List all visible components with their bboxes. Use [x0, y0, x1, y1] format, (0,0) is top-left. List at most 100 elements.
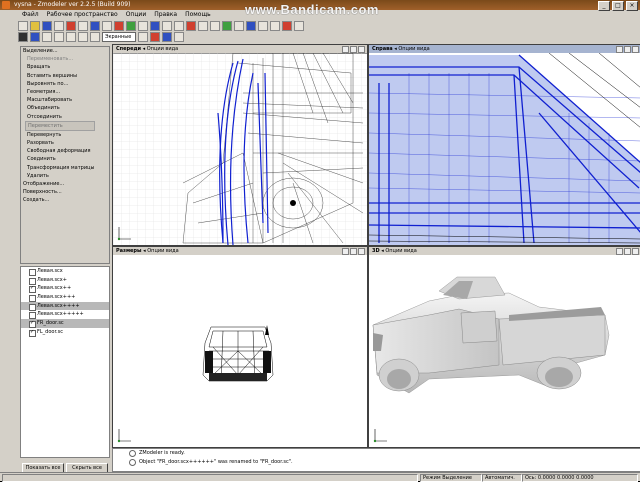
- viewport-right-title: Справа: [372, 46, 393, 52]
- vp-maximize-icon[interactable]: [350, 46, 357, 53]
- command-item[interactable]: Переместить: [25, 120, 95, 131]
- vp-maximize-icon[interactable]: [624, 46, 631, 53]
- status-auto[interactable]: Автоматич.: [482, 474, 522, 482]
- deselect-icon[interactable]: [150, 31, 160, 42]
- command-item[interactable]: Вращать: [21, 63, 109, 71]
- y-axis-icon[interactable]: [162, 31, 172, 42]
- vp-maximize-icon[interactable]: [350, 248, 357, 255]
- viewport-right-options-label: Опции вида: [398, 46, 430, 52]
- object-list-item[interactable]: Левая.scx+: [21, 276, 109, 285]
- object-mode-icon[interactable]: [66, 31, 76, 42]
- face-mode-icon[interactable]: [54, 31, 64, 42]
- delete-icon[interactable]: [66, 20, 76, 31]
- command-item[interactable]: Выделение...: [21, 47, 109, 55]
- vp-zoom-icon[interactable]: [616, 46, 623, 53]
- command-item[interactable]: Поверхность...: [21, 188, 109, 196]
- new-file-icon[interactable]: [18, 20, 28, 31]
- front-wireframe: [113, 53, 367, 245]
- grid-icon[interactable]: [138, 20, 148, 31]
- layout-icon[interactable]: [258, 20, 268, 31]
- vp-zoom-icon[interactable]: [342, 248, 349, 255]
- menu-workspace[interactable]: Рабочее пространство: [47, 10, 118, 19]
- viewport-top-options[interactable]: ◂ Опции вида: [143, 248, 179, 254]
- vp-close-icon[interactable]: [358, 248, 365, 255]
- command-item[interactable]: Вставить вершины: [21, 72, 109, 80]
- object-list-item[interactable]: FL_door.sc: [21, 328, 109, 337]
- menu-file[interactable]: Файл: [22, 10, 39, 19]
- object-list-item[interactable]: FR_door.sc: [21, 319, 109, 329]
- command-item[interactable]: Перевернуть: [21, 131, 109, 139]
- viewport-3d-options[interactable]: ◂ Опции вида: [381, 248, 417, 254]
- vp-maximize-icon[interactable]: [624, 248, 631, 255]
- command-item[interactable]: Трансформация матрицы: [21, 164, 109, 172]
- x-axis-icon[interactable]: [138, 31, 148, 42]
- wire-icon[interactable]: [162, 20, 172, 31]
- settings-icon[interactable]: [294, 20, 304, 31]
- redo-icon[interactable]: [102, 20, 112, 31]
- copy-icon[interactable]: [78, 20, 88, 31]
- edge-mode-icon[interactable]: [78, 31, 88, 42]
- command-item[interactable]: Создать...: [21, 196, 109, 204]
- viewport-3d[interactable]: 3D ◂ Опции вида: [368, 246, 640, 448]
- vp-zoom-icon[interactable]: [616, 248, 623, 255]
- viewport-right-options[interactable]: ◂ Опции вида: [394, 46, 430, 52]
- save-file-icon[interactable]: [42, 20, 52, 31]
- light-icon[interactable]: [186, 20, 196, 31]
- viewport-front[interactable]: Спереди ◂ Опции вида: [112, 44, 368, 246]
- menu-help[interactable]: Помощь: [185, 10, 211, 19]
- status-mode: Режим Выделение: [420, 474, 482, 482]
- vp-close-icon[interactable]: [358, 46, 365, 53]
- pointer-icon[interactable]: [18, 31, 28, 42]
- command-item[interactable]: Соединить: [21, 155, 109, 163]
- cut-icon[interactable]: [54, 20, 64, 31]
- axis-icon[interactable]: [282, 20, 292, 31]
- command-item[interactable]: Объединить: [21, 104, 109, 112]
- command-item[interactable]: Геометрия...: [21, 88, 109, 96]
- console-line-2: Object "FR_door.scx++++++" was renamed t…: [139, 459, 293, 465]
- truck-3d-render: [369, 255, 640, 447]
- object-name: Левая.scx++: [37, 285, 72, 292]
- open-file-icon[interactable]: [30, 20, 40, 31]
- undo-icon[interactable]: [90, 20, 100, 31]
- object-name: Левая.scx++++: [37, 302, 80, 309]
- vp-close-icon[interactable]: [632, 46, 639, 53]
- z-axis-icon[interactable]: [174, 31, 184, 42]
- object-list-item[interactable]: Левая.scx+++: [21, 293, 109, 303]
- vp-close-icon[interactable]: [632, 248, 639, 255]
- object-list-item[interactable]: Левая.scx+++++: [21, 310, 109, 320]
- rotate-view-icon[interactable]: [234, 20, 244, 31]
- command-item[interactable]: Свободная деформация: [21, 147, 109, 155]
- render-icon[interactable]: [114, 20, 124, 31]
- viewport-top[interactable]: Размеры ◂ Опции вида: [112, 246, 368, 448]
- menu-options[interactable]: Опции: [126, 10, 147, 19]
- command-item[interactable]: Выровнять по...: [21, 80, 109, 88]
- command-item[interactable]: Отсоединить: [21, 113, 109, 121]
- viewport-front-title: Спереди: [116, 46, 142, 52]
- camera-icon[interactable]: [198, 20, 208, 31]
- material-icon[interactable]: [150, 20, 160, 31]
- snap-icon[interactable]: [270, 20, 280, 31]
- texture-icon[interactable]: [126, 20, 136, 31]
- command-item[interactable]: Масштабировать: [21, 96, 109, 104]
- command-item[interactable]: Разорвать: [21, 139, 109, 147]
- group-mode-icon[interactable]: [90, 31, 100, 42]
- object-list-item[interactable]: Левая.scx++: [21, 284, 109, 294]
- vp-zoom-icon[interactable]: [342, 46, 349, 53]
- shade-icon[interactable]: [174, 20, 184, 31]
- zoom-icon[interactable]: [210, 20, 220, 31]
- fit-icon[interactable]: [246, 20, 256, 31]
- pan-icon[interactable]: [222, 20, 232, 31]
- status-coords: Ось: 0.0000 0.0000 0.0000: [522, 474, 638, 482]
- vertex-mode-icon[interactable]: [42, 31, 52, 42]
- command-item[interactable]: Удалить: [21, 172, 109, 180]
- command-item[interactable]: Отображение...: [21, 180, 109, 188]
- axis-lock-icon[interactable]: [30, 31, 40, 42]
- menu-edit[interactable]: Правка: [154, 10, 177, 19]
- object-list-item[interactable]: Левая.scx++++: [21, 301, 109, 311]
- coord-system-select[interactable]: Экранные: [102, 31, 136, 42]
- visibility-checkbox[interactable]: [29, 328, 36, 337]
- object-list-item[interactable]: Левая.scx: [21, 267, 109, 276]
- command-item[interactable]: Переименовать...: [21, 55, 109, 63]
- viewport-front-options[interactable]: ◂ Опции вида: [143, 46, 179, 52]
- viewport-right[interactable]: Справа ◂ Опции вида: [368, 44, 640, 246]
